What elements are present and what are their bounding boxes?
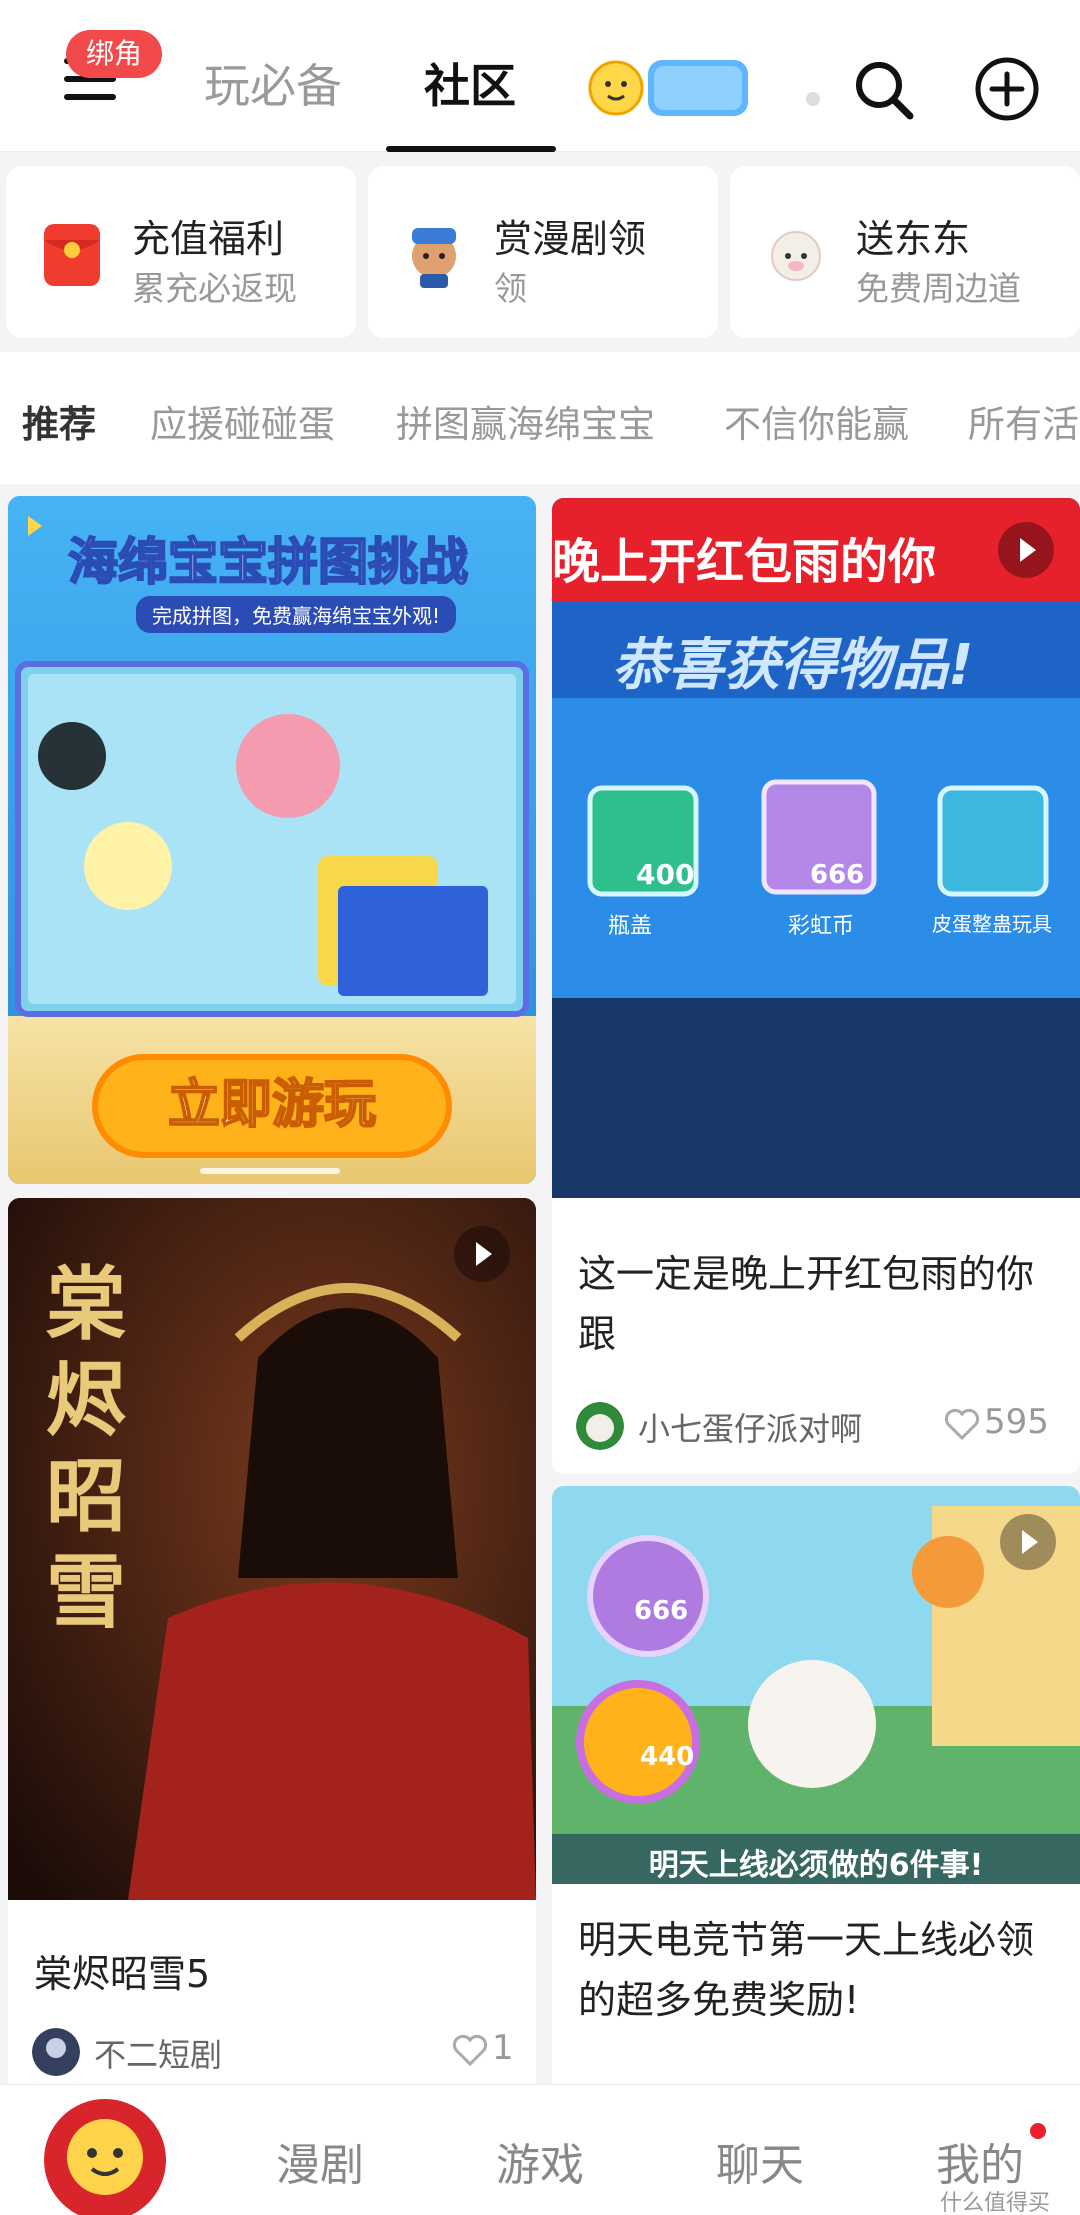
like-button[interactable]: 1 bbox=[452, 2028, 514, 2068]
item-label: 彩虹币 bbox=[788, 914, 855, 939]
category-tabs: 推荐 应援碰碰蛋 拼图赢海绵宝宝 不信你能赢 所有活 bbox=[0, 352, 1080, 484]
watermark-text: 什么值得买 bbox=[940, 2191, 1051, 2215]
like-count: 595 bbox=[984, 1402, 1049, 1442]
search-icon[interactable] bbox=[852, 58, 916, 122]
category-tab[interactable]: 应援碰碰蛋 bbox=[150, 394, 335, 448]
category-tab-recommend[interactable]: 推荐 bbox=[22, 394, 96, 448]
thumbnail-overlay-title: 晚上开红包雨的你 bbox=[552, 534, 937, 590]
author-name[interactable]: 不二短剧 bbox=[94, 2030, 222, 2076]
thumbnail-caption: 明天上线必须做的6件事! bbox=[648, 1848, 984, 1883]
post-title: 棠烬昭雪5 bbox=[34, 1952, 211, 1996]
nav-item-comic-drama[interactable]: 漫剧 bbox=[276, 2129, 364, 2193]
author-avatar[interactable] bbox=[576, 1402, 624, 1450]
feature-subtitle: 领 bbox=[494, 269, 527, 308]
post-card[interactable]: 晚上开红包雨的你 恭喜获得物品! 400 666 瓶盖 彩虹币 皮蛋整蛊玩具 这… bbox=[552, 498, 1080, 1474]
category-tab[interactable]: 不信你能赢 bbox=[724, 394, 909, 448]
promo-banner[interactable]: 海绵宝宝拼图挑战 完成拼图，免费赢海绵宝宝外观! 立即游玩 bbox=[8, 496, 536, 1184]
author-avatar[interactable] bbox=[32, 2028, 80, 2076]
feature-cards: 充值福利 累充必返现 赏漫剧领 领 送东东 免费周边道 bbox=[0, 152, 1080, 352]
binding-badge[interactable]: 绑角 bbox=[66, 30, 163, 78]
category-tab[interactable]: 所有活 bbox=[968, 394, 1079, 448]
feature-card-gift[interactable]: 送东东 免费周边道 bbox=[730, 166, 1080, 338]
app-screen: 绑角 玩必备 社区 充值福利 累充必返现 赏漫剧领 领 送东东 免费周边道 推荐… bbox=[0, 0, 1080, 2215]
event-logo-icon[interactable] bbox=[586, 48, 756, 128]
video-play-icon bbox=[998, 522, 1054, 578]
bottom-nav: 漫剧 游戏 聊天 我的 什么值得买 bbox=[0, 2084, 1080, 2215]
nav-item-games[interactable]: 游戏 bbox=[496, 2129, 584, 2193]
item-count: 666 bbox=[810, 860, 865, 890]
play-now-button[interactable]: 立即游玩 bbox=[92, 1054, 452, 1158]
feature-title: 送东东 bbox=[856, 217, 971, 261]
add-post-icon[interactable] bbox=[974, 56, 1040, 122]
video-play-icon bbox=[454, 1226, 510, 1282]
top-header: 绑角 玩必备 社区 bbox=[0, 0, 1080, 152]
post-title: 明天电竞节第一天上线必领的超多免费奖励! bbox=[578, 1918, 1035, 2022]
thumbnail-overlay-subtitle: 恭喜获得物品! bbox=[612, 633, 974, 698]
red-envelope-icon bbox=[44, 224, 100, 286]
badge-count: 666 bbox=[634, 1596, 689, 1626]
tab-community[interactable]: 社区 bbox=[424, 56, 516, 116]
character-icon bbox=[412, 228, 456, 288]
cover-title-text: 棠烬昭雪 bbox=[46, 1257, 126, 1639]
post-card[interactable]: 棠烬昭雪 棠烬昭雪5 不二短剧 1 bbox=[8, 1198, 536, 2084]
feature-title: 赏漫剧领 bbox=[494, 217, 647, 261]
tab-play-essentials[interactable]: 玩必备 bbox=[204, 56, 342, 116]
thumbnail-art bbox=[552, 498, 1080, 1198]
banner-title: 海绵宝宝拼图挑战 bbox=[67, 532, 469, 592]
home-mascot-icon[interactable] bbox=[44, 2099, 166, 2215]
like-button[interactable]: 595 bbox=[944, 1402, 1049, 1442]
item-label: 皮蛋整蛊玩具 bbox=[932, 912, 1052, 936]
sheep-icon bbox=[771, 231, 821, 281]
content-feed: 海绵宝宝拼图挑战 完成拼图，免费赢海绵宝宝外观! 立即游玩 晚上开红包雨的你 恭… bbox=[0, 484, 1080, 2084]
heart-icon bbox=[944, 1408, 980, 1440]
badge-count: 440 bbox=[640, 1742, 695, 1772]
item-count: 400 bbox=[636, 858, 695, 891]
like-count: 1 bbox=[492, 2028, 514, 2068]
nav-item-me[interactable]: 我的 bbox=[936, 2129, 1024, 2193]
feature-card-comic[interactable]: 赏漫剧领 领 bbox=[368, 166, 718, 338]
feature-card-recharge[interactable]: 充值福利 累充必返现 bbox=[6, 166, 356, 338]
post-thumbnail: 棠烬昭雪 bbox=[8, 1198, 536, 1900]
nav-item-chat[interactable]: 聊天 bbox=[716, 2129, 804, 2193]
item-label: 瓶盖 bbox=[608, 914, 653, 939]
menu-icon-bar bbox=[64, 94, 116, 100]
notification-dot bbox=[1030, 2123, 1046, 2139]
video-play-icon bbox=[1000, 1514, 1056, 1570]
banner-subtitle: 完成拼图，免费赢海绵宝宝外观! bbox=[136, 596, 457, 633]
banner-pager bbox=[200, 1168, 340, 1174]
pager-dot bbox=[806, 92, 820, 106]
feature-title: 充值福利 bbox=[132, 217, 285, 261]
category-tab[interactable]: 拼图赢海绵宝宝 bbox=[396, 394, 655, 448]
post-card[interactable]: 666 440 明天上线必须做的6件事! 明天电竞节第一天上线必领的超多免费奖励… bbox=[552, 1486, 1080, 2084]
heart-icon bbox=[452, 2034, 488, 2066]
post-thumbnail: 666 440 明天上线必须做的6件事! bbox=[552, 1486, 1080, 1884]
feature-subtitle: 累充必返现 bbox=[132, 269, 297, 308]
post-title: 这一定是晚上开红包雨的你跟 bbox=[578, 1252, 1035, 1356]
feature-subtitle: 免费周边道 bbox=[856, 269, 1021, 308]
author-name[interactable]: 小七蛋仔派对啊 bbox=[638, 1404, 862, 1450]
post-thumbnail: 晚上开红包雨的你 恭喜获得物品! 400 666 瓶盖 彩虹币 皮蛋整蛊玩具 bbox=[552, 498, 1080, 1198]
